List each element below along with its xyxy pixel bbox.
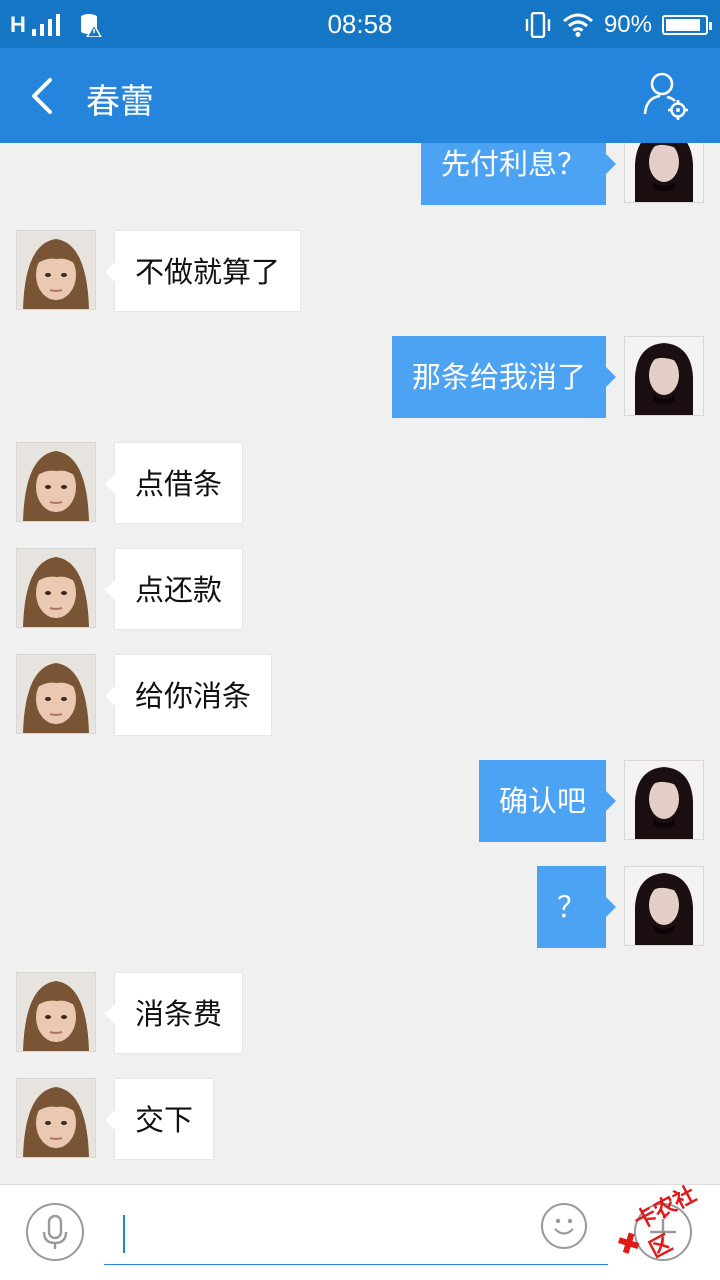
avatar-self-image [625,337,703,415]
microphone-icon [42,1214,68,1249]
message-bubble-incoming[interactable]: 不做就算了 [104,230,302,312]
avatar-contact-image [17,1079,95,1157]
chevron-left-icon[interactable] [20,72,68,120]
avatar-contact[interactable] [16,548,96,628]
contact-settings-icon[interactable] [642,70,692,122]
avatar-contact-image [17,443,95,521]
message-bubble-outgoing[interactable]: 先付利息？ [420,143,617,205]
voice-button[interactable] [26,1203,84,1261]
status-right: 90% [524,10,712,40]
avatar-contact[interactable] [16,972,96,1052]
battery-fill [666,19,701,31]
wifi-icon [562,13,593,37]
battery-icon [662,15,712,35]
avatar-self-image [625,143,703,202]
chat-header: 春蕾 [0,48,720,143]
emoji-icon [554,1218,574,1235]
text-caret [123,1215,125,1253]
avatar-self-image [625,761,703,839]
vibrate-icon [525,12,551,38]
avatar-contact-image [17,973,95,1051]
avatar-contact[interactable] [16,230,96,310]
avatar-contact[interactable] [16,442,96,522]
avatar-self[interactable] [624,760,704,840]
message-bubble-outgoing[interactable]: 那条给我消了 [391,336,617,418]
message-bubble-incoming[interactable]: 消条费 [104,972,244,1054]
avatar-self-image [625,867,703,945]
page-title: 春蕾 [86,82,154,122]
message-list[interactable]: 先付利息？ 不做就算了 那条给我消了 点借条 点还款 给你消条 确认吧 ？ 消条… [0,143,720,1183]
message-bubble-outgoing[interactable]: ？ [536,866,617,948]
message-bubble-incoming[interactable]: 交下 [104,1078,215,1160]
message-bubble-outgoing[interactable]: 确认吧 [478,760,617,842]
avatar-contact[interactable] [16,654,96,734]
avatar-contact-image [17,549,95,627]
battery-percent: 90% [603,11,652,38]
avatar-self[interactable] [624,143,704,203]
avatar-contact-image [17,231,95,309]
emoji-button[interactable] [541,1203,587,1249]
avatar-self[interactable] [624,336,704,416]
message-bubble-incoming[interactable]: 点还款 [104,548,244,630]
message-bubble-incoming[interactable]: 点借条 [104,442,244,524]
status-bar: H 08:58 90% [0,0,720,48]
avatar-contact[interactable] [16,1078,96,1158]
message-bubble-incoming[interactable]: 给你消条 [104,654,273,736]
avatar-contact-image [17,655,95,733]
avatar-self[interactable] [624,866,704,946]
message-input[interactable] [104,1203,608,1265]
